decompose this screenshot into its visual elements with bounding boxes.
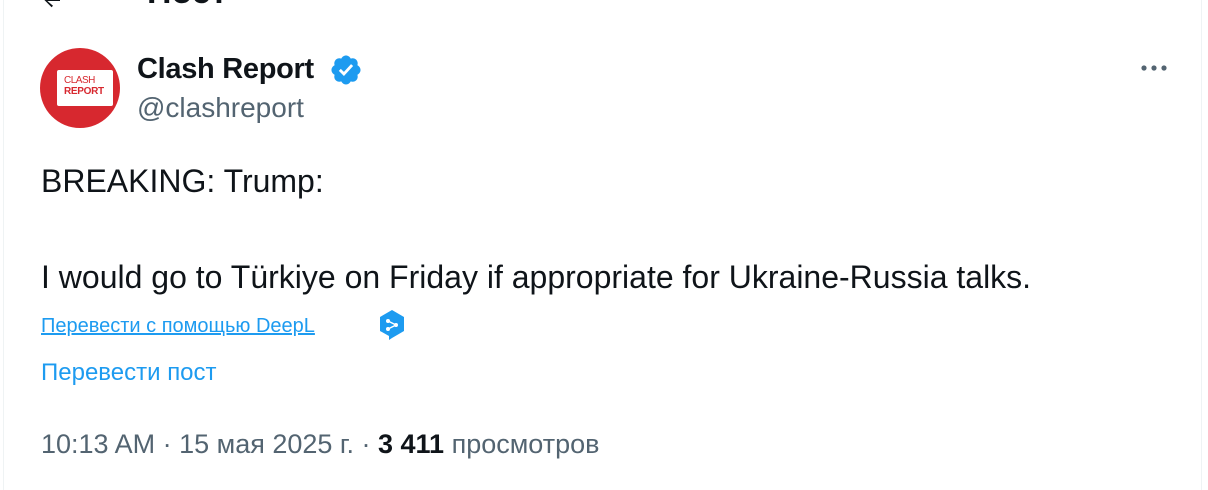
- post-metadata: 10:13 AM · 15 мая 2025 г. · 3 411 просмо…: [41, 427, 599, 461]
- post-text-headline: BREAKING: Trump:: [41, 163, 324, 199]
- post-page: Пост CLASH REPORT Clash Report @clashrep…: [0, 0, 1208, 490]
- translate-post-link[interactable]: Перевести пост: [41, 358, 217, 388]
- views-count: 3 411: [378, 429, 445, 459]
- deepl-icon[interactable]: [378, 309, 406, 341]
- post-text-body: I would go to Türkiye on Friday if appro…: [41, 259, 1032, 295]
- more-options-icon[interactable]: [1134, 54, 1174, 82]
- post-date[interactable]: 15 мая 2025 г.: [179, 429, 354, 459]
- avatar-logo-text-top: CLASH: [64, 75, 95, 86]
- deepl-translate-link[interactable]: Перевести с помощью DeepL: [41, 313, 315, 339]
- avatar[interactable]: CLASH REPORT: [40, 48, 120, 128]
- meta-separator: ·: [361, 429, 371, 459]
- avatar-logo-text-bottom: REPORT: [64, 86, 104, 97]
- post-time[interactable]: 10:13 AM: [41, 429, 155, 459]
- meta-separator: ·: [162, 429, 172, 459]
- author-name[interactable]: Clash Report: [137, 52, 314, 86]
- verified-badge-icon[interactable]: [329, 53, 363, 87]
- post-card: CLASH REPORT Clash Report @clashreport B…: [3, 0, 1202, 490]
- views-label: просмотров: [451, 429, 600, 459]
- author-handle[interactable]: @clashreport: [137, 92, 304, 124]
